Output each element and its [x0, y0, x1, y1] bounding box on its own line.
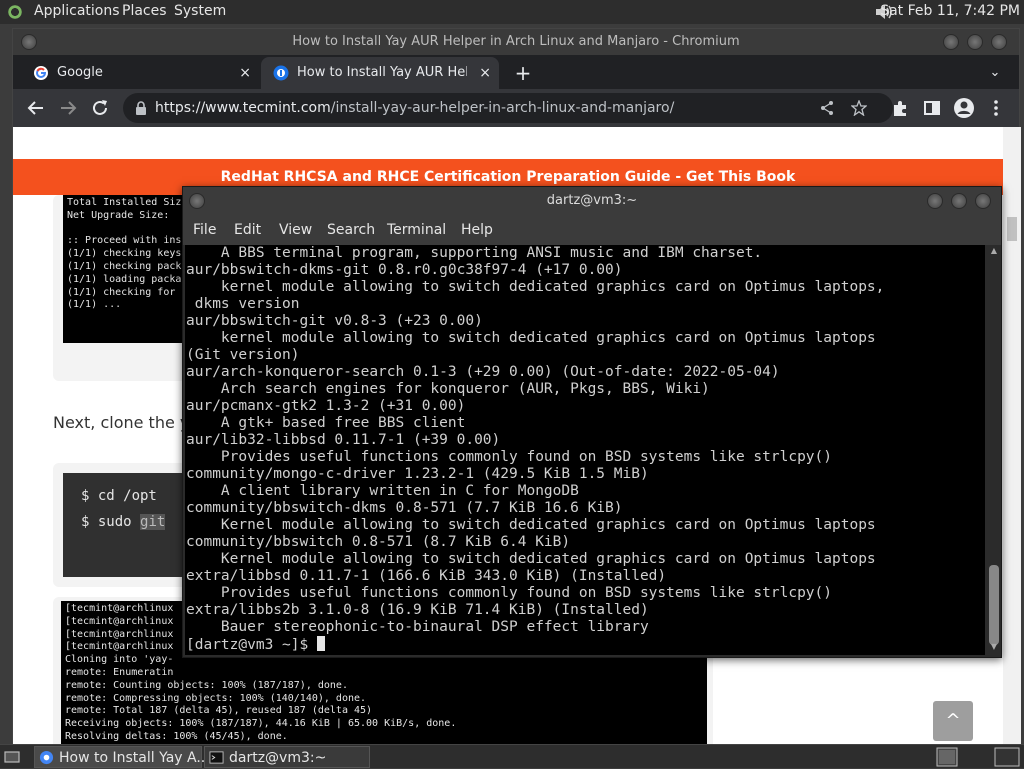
tab-label: How to Install Yay AUR Helper [297, 65, 467, 80]
menu-edit[interactable]: Edit [234, 222, 261, 238]
lock-icon[interactable] [135, 101, 147, 115]
maximize-button[interactable] [967, 34, 983, 50]
top-panel: Applications Places System Sat Feb 11, 7… [0, 0, 1024, 24]
page-scrollbar-thumb[interactable] [1007, 217, 1017, 241]
taskbar: How to Install Yay A... dartz@vm3:~ [0, 744, 1024, 768]
profile-avatar-icon[interactable] [953, 97, 975, 119]
close-tab-icon[interactable]: × [479, 57, 491, 89]
share-icon[interactable] [819, 100, 835, 116]
workspace-switcher-icon[interactable] [994, 747, 1020, 767]
terminal-titlebar[interactable]: dartz@vm3:~ [183, 187, 1001, 215]
tab-strip: Google × How to Install Yay AUR Helper ×… [13, 55, 1019, 89]
terminal-menubar: File Edit View Search Terminal Help [183, 215, 1001, 245]
taskbar-label: How to Install Yay A... [59, 750, 210, 766]
applications-menu[interactable]: Applications [34, 3, 120, 19]
minimize-button[interactable] [943, 34, 959, 50]
chromium-titlebar[interactable]: How to Install Yay AUR Helper in Arch Li… [13, 29, 1019, 55]
code-line: $ cd /opt [81, 488, 157, 504]
extensions-icon[interactable] [889, 97, 911, 119]
new-tab-button[interactable]: + [513, 57, 533, 89]
menu-file[interactable]: File [193, 222, 216, 238]
minimize-button[interactable] [927, 193, 943, 209]
terminal-title: dartz@vm3:~ [546, 193, 638, 208]
close-window-button[interactable] [991, 34, 1007, 50]
system-menu[interactable]: System [174, 3, 226, 19]
show-desktop-icon[interactable] [4, 749, 20, 765]
chromium-icon [39, 750, 54, 765]
menu-help[interactable]: Help [461, 222, 493, 238]
scroll-down-arrow-icon[interactable]: ▼ [987, 641, 1001, 653]
terminal-output[interactable]: A BBS terminal program, supporting ANSI … [185, 245, 985, 655]
places-menu[interactable]: Places [122, 3, 167, 19]
back-arrow-icon[interactable] [25, 97, 47, 119]
close-window-button[interactable] [975, 193, 991, 209]
url-text: https://www.tecmint.com/install-yay-aur-… [155, 100, 675, 116]
taskbar-item-chromium[interactable]: How to Install Yay A... [34, 746, 210, 768]
forward-arrow-icon[interactable] [57, 97, 79, 119]
code-line: $ sudo git [81, 514, 166, 530]
side-panel-icon[interactable] [921, 97, 943, 119]
bookmark-star-icon[interactable] [851, 100, 867, 116]
clock[interactable]: Sat Feb 11, 7:42 PM [880, 3, 1020, 19]
workspace-switcher-icon[interactable] [936, 747, 958, 767]
scroll-to-top-button[interactable]: ^ [933, 701, 973, 741]
window-menu-button[interactable] [21, 34, 37, 50]
window-title: How to Install Yay AUR Helper in Arch Li… [292, 34, 740, 49]
kebab-menu-icon[interactable] [985, 97, 1007, 119]
terminal-scrollbar-thumb[interactable] [989, 565, 999, 645]
tab-search-button[interactable]: ⌄ [985, 57, 1005, 89]
close-tab-icon[interactable]: × [239, 57, 251, 89]
menu-search[interactable]: Search [327, 222, 375, 238]
terminal-cursor [316, 636, 325, 651]
tab-label: Google [57, 65, 103, 80]
menu-terminal[interactable]: Terminal [387, 222, 446, 238]
menu-view[interactable]: View [279, 222, 312, 238]
window-menu-button[interactable] [189, 193, 205, 209]
maximize-button[interactable] [951, 193, 967, 209]
google-favicon-icon [34, 66, 48, 80]
page-scrollbar[interactable] [1003, 127, 1021, 745]
address-bar[interactable]: https://www.tecmint.com/install-yay-aur-… [123, 93, 893, 123]
tab-tecmint[interactable]: How to Install Yay AUR Helper × [261, 57, 499, 89]
terminal-screenshot-1: Total Installed Siz Net Upgrade Size: ::… [63, 195, 193, 343]
terminal-window: dartz@vm3:~ File Edit View Search Termin… [182, 186, 1002, 658]
taskbar-item-terminal[interactable]: dartz@vm3:~ [204, 746, 370, 768]
distro-logo-icon[interactable] [6, 3, 24, 21]
scroll-up-arrow-icon[interactable]: ▲ [987, 245, 1001, 257]
terminal-text: A BBS terminal program, supporting ANSI … [186, 245, 885, 635]
tab-google[interactable]: Google × [21, 57, 259, 89]
browser-toolbar: https://www.tecmint.com/install-yay-aur-… [13, 89, 1019, 127]
tecmint-favicon-icon [273, 65, 289, 81]
terminal-scrollbar[interactable]: ▲ ▼ [987, 245, 1001, 655]
terminal-prompt: [dartz@vm3 ~]$ [186, 637, 317, 653]
terminal-icon [209, 751, 224, 764]
prose-text: Next, clone the y [53, 413, 190, 432]
taskbar-label: dartz@vm3:~ [229, 750, 327, 766]
reload-icon[interactable] [89, 97, 111, 119]
